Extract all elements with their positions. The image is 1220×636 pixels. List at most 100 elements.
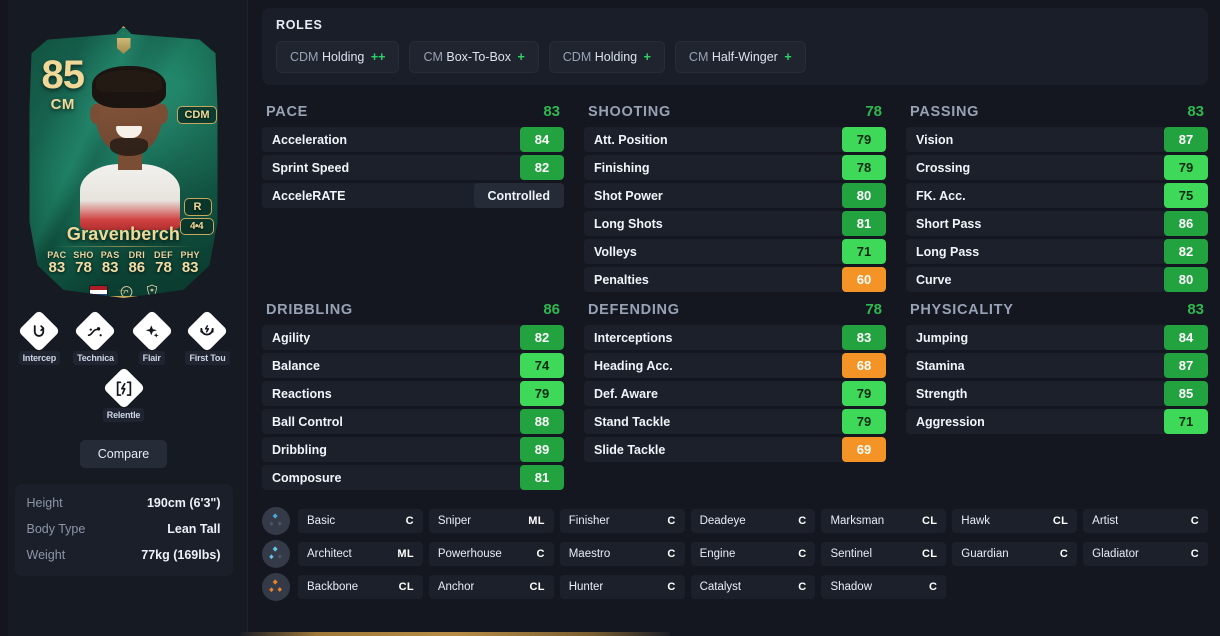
playstyle-flair[interactable]: Flair: [130, 309, 174, 365]
role-chip-cdm-holding-1[interactable]: CDM Holding ++: [276, 41, 400, 73]
playstyle-diamond: [186, 309, 229, 353]
premier-league-icon: [120, 285, 132, 296]
stat-group-header: PACE 83: [262, 97, 564, 127]
role-chip-cm-half-winger[interactable]: CM Half-Winger +: [674, 41, 806, 73]
role-chip-cm-box-to-box[interactable]: CM Box-To-Box +: [409, 41, 539, 73]
chem-style-cell[interactable]: Architect ML: [298, 542, 423, 566]
chem-style-cell-empty: [952, 575, 1077, 599]
relentless-playstyle-icon: [116, 380, 131, 396]
stat-group-name: DRIBBLING: [266, 302, 353, 318]
chem-style-name: Hunter: [568, 581, 604, 593]
stat-value: 71: [1164, 409, 1208, 434]
stat-group-value: 78: [865, 103, 882, 120]
chem-style-tag: C: [667, 515, 676, 527]
chem-style-name: Catalyst: [699, 581, 742, 593]
bottom-progress-strip: [240, 632, 670, 636]
stat-label: AcceleRATE: [272, 188, 346, 203]
role-position: CM: [423, 50, 443, 64]
stat-label: Sprint Speed: [272, 160, 350, 175]
playstyle-interceptions[interactable]: Intercep: [18, 309, 62, 365]
playstyles-row-1: Intercep Technica Flair First Tou: [18, 309, 230, 365]
chem-style-name: Engine: [699, 548, 736, 560]
role-name: Holding: [321, 50, 365, 64]
stat-value: 79: [842, 127, 886, 152]
stat-row: Att. Position 79: [584, 127, 886, 152]
playstyle-first-touch[interactable]: First Tou: [185, 309, 230, 365]
stat-label: Long Pass: [916, 244, 980, 259]
chem-style-name: Shadow: [830, 581, 872, 593]
chem-style-cell[interactable]: Finisher C: [559, 509, 685, 533]
stat-label: Interceptions: [594, 330, 673, 345]
stat-row: Interceptions 83: [584, 325, 886, 350]
stat-label: Penalties: [594, 272, 649, 287]
chem-style-cell[interactable]: Gladiator C: [1083, 542, 1209, 566]
chem-style-cell[interactable]: Shadow C: [821, 575, 947, 599]
chem-style-cell[interactable]: Maestro C: [559, 542, 685, 566]
player-detail-page: 85 CM CDM R 4•4 Gravenberch PAC 83 SHO 7…: [0, 0, 1220, 636]
chem-style-cell[interactable]: Artist C: [1083, 509, 1209, 533]
stat-label: Aggression: [916, 414, 985, 429]
card-stat-pas: PAS 83: [97, 250, 124, 277]
stat-row: Dribbling 89: [262, 437, 564, 462]
chem-style-tag: C: [405, 515, 414, 527]
chem-style-cell[interactable]: Backbone CL: [298, 575, 423, 599]
chem-style-cells: Backbone CL Anchor CL Hunter C Catalyst C Shadow…: [298, 575, 1208, 599]
stat-value: 89: [520, 437, 564, 462]
chem-style-cell[interactable]: Sniper ML: [428, 509, 554, 533]
card-stat-phy: PHY 83: [177, 250, 204, 277]
chem-style-tag: C: [536, 548, 545, 560]
stat-group-header: DEFENDING 78: [584, 295, 886, 325]
chemistry-styles-section: Basic C Sniper ML Finisher C Deadeye C Marksman C…: [262, 507, 1209, 601]
chem-style-cell[interactable]: Catalyst C: [690, 575, 816, 599]
stat-value: 81: [842, 211, 886, 236]
card-preferred-foot-badge: R: [183, 198, 212, 216]
stat-label: Reactions: [272, 386, 332, 401]
chem-style-cell[interactable]: Powerhouse C: [428, 542, 554, 566]
chem-style-cell[interactable]: Sentinel CL: [821, 542, 947, 566]
stat-value: 80: [842, 183, 886, 208]
chem-style-cell[interactable]: Hunter C: [559, 575, 685, 599]
card-stat-value: 83: [48, 259, 66, 276]
chem-style-tag: C: [1059, 548, 1069, 560]
chem-style-cell[interactable]: Deadeye C: [690, 509, 816, 533]
playstyle-relentless[interactable]: Relentle: [101, 366, 147, 422]
chem-style-cell[interactable]: Hawk CL: [952, 509, 1078, 533]
stat-label: Vision: [916, 132, 954, 147]
player-card[interactable]: 85 CM CDM R 4•4 Gravenberch PAC 83 SHO 7…: [24, 26, 224, 298]
stat-row: Agility 82: [262, 325, 564, 350]
liverpool-crest-icon: [146, 284, 157, 296]
playstyle-technical[interactable]: Technica: [73, 309, 118, 365]
stat-group-header: DRIBBLING 86: [262, 295, 564, 325]
compare-button[interactable]: Compare: [79, 440, 168, 468]
card-stat-sho: SHO 78: [70, 250, 97, 277]
stat-label: Shot Power: [594, 188, 663, 203]
player-portrait: [72, 60, 190, 230]
card-stat-def: DEF 78: [150, 250, 177, 277]
info-value: 190cm (6'3"): [146, 496, 221, 510]
chem-style-tag: C: [1190, 548, 1200, 560]
role-plus: +: [643, 50, 651, 64]
chem-style-tag: CL: [922, 548, 938, 560]
chem-style-cell[interactable]: Engine C: [690, 542, 816, 566]
chem-style-cell[interactable]: Guardian C: [952, 542, 1078, 566]
stat-group-name: PASSING: [910, 104, 980, 120]
card-logos-row: [30, 284, 218, 296]
stat-row: Short Pass 86: [906, 211, 1208, 236]
stat-value: 79: [520, 381, 564, 406]
technical-playstyle-icon: [88, 326, 103, 336]
chem-style-tag: C: [1190, 515, 1200, 527]
chem-style-cell[interactable]: Anchor CL: [428, 575, 554, 599]
card-stat-pac: PAC 83: [44, 250, 71, 277]
role-chip-cdm-holding-2[interactable]: CDM Holding +: [548, 41, 665, 73]
stat-group-header: PASSING 83: [906, 97, 1208, 127]
stat-row: FK. Acc. 75: [906, 183, 1208, 208]
chem-style-name: Gladiator: [1092, 548, 1139, 560]
stat-row: Ball Control 88: [262, 409, 564, 434]
stat-group-passing: PASSING 83 Vision 87 Crossing 79 FK. Acc. 75 Sho…: [906, 97, 1208, 295]
chem-style-name: Guardian: [961, 548, 1009, 560]
chem-style-cell[interactable]: Basic C: [298, 509, 423, 533]
player-hairline: [95, 70, 162, 92]
info-row-weight: Weight 77kg (169lbs): [27, 542, 221, 568]
chem-style-cell[interactable]: Marksman CL: [821, 509, 947, 533]
chem-style-name: Hawk: [961, 515, 991, 527]
